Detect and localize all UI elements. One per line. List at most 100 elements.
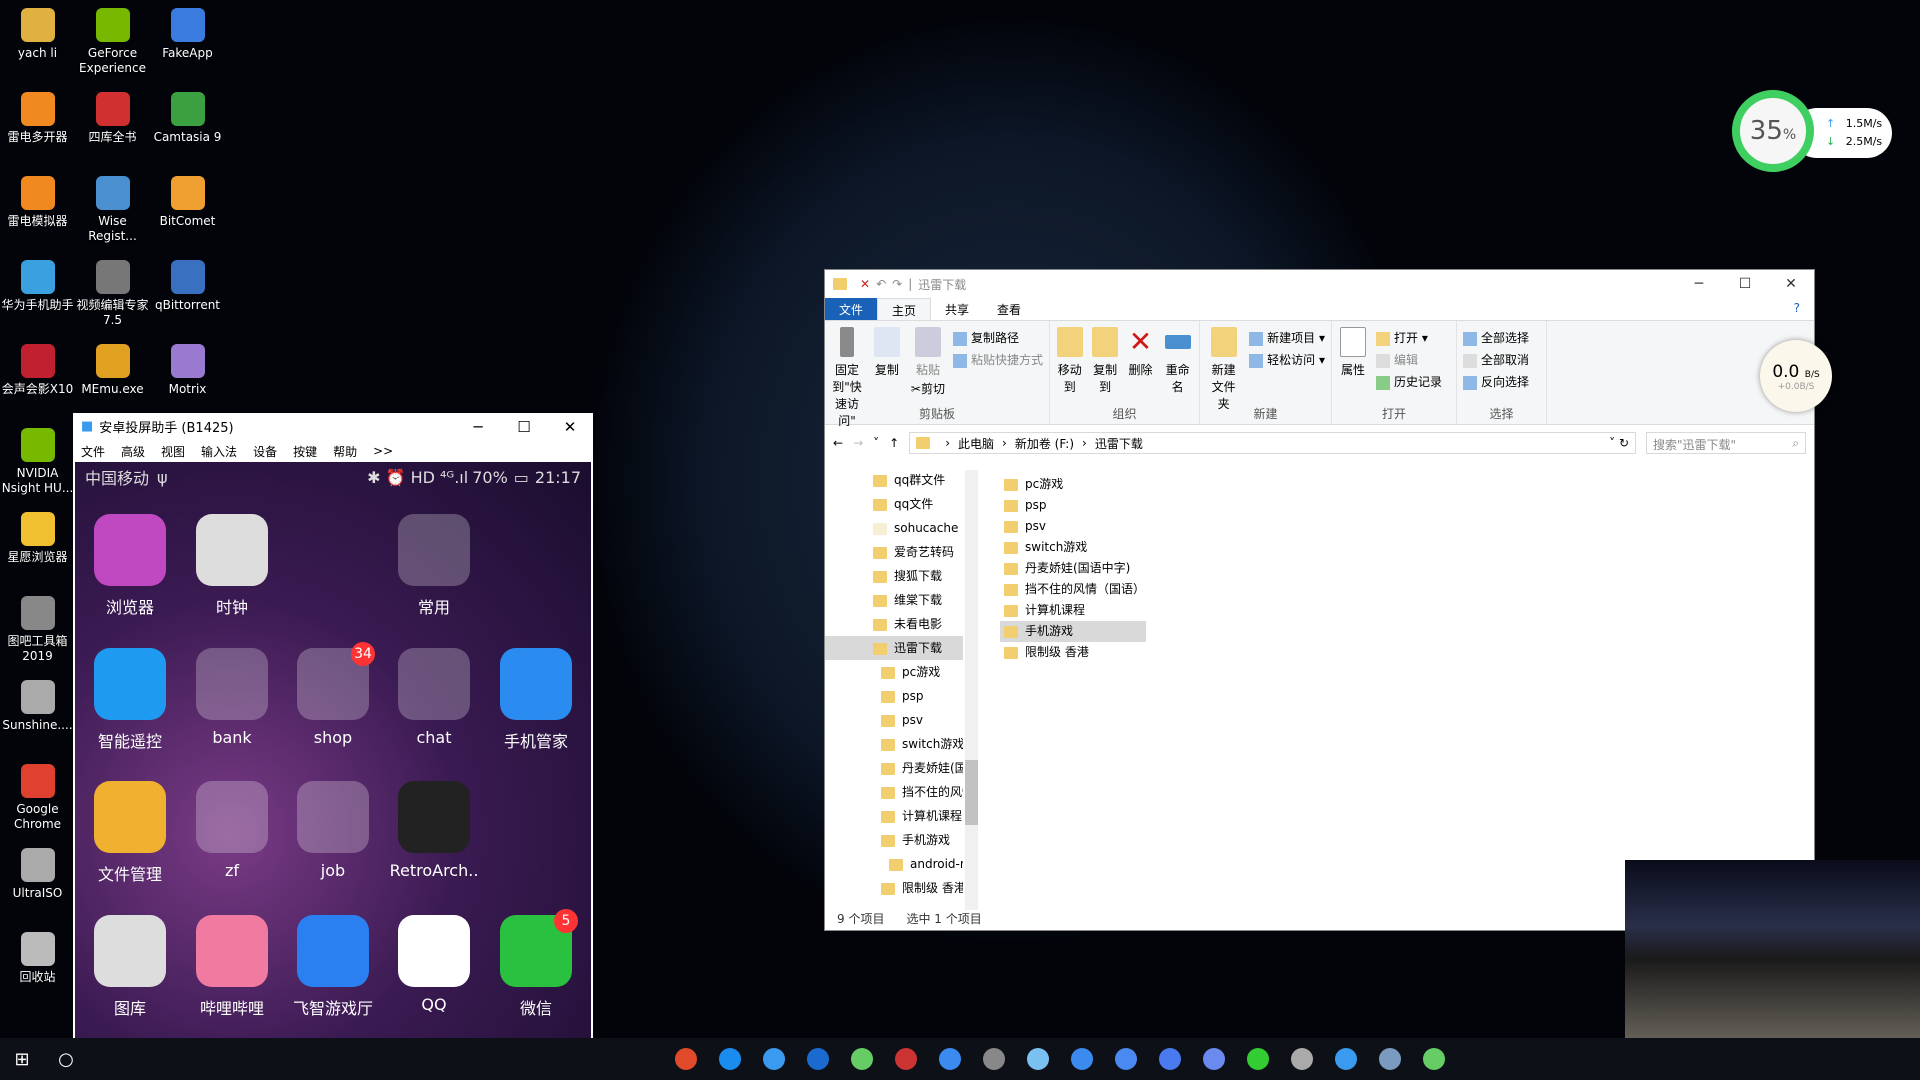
desktop-icon[interactable]: BitComet <box>150 170 225 229</box>
edit-button[interactable]: 编辑 <box>1376 349 1442 371</box>
app-icon[interactable] <box>1152 1043 1188 1075</box>
desktop-icon[interactable]: Camtasia 9 <box>150 86 225 145</box>
desktop-icon[interactable]: 星愿浏览器 <box>0 506 75 565</box>
app-icon[interactable] <box>1284 1043 1320 1075</box>
tree-item[interactable]: 手机游戏 <box>825 828 963 852</box>
tree-item[interactable]: 丹麦娇娃(国 <box>825 756 963 780</box>
app-zf[interactable]: zf <box>182 781 282 880</box>
tree-item[interactable]: 挡不住的风情 <box>825 780 963 804</box>
menu-item[interactable]: 高级 <box>121 443 145 460</box>
desktop-icon[interactable]: Wise Regist... <box>75 170 150 244</box>
menu-item[interactable]: 文件 <box>81 443 105 460</box>
app-手机管家[interactable]: 手机管家 <box>486 648 586 752</box>
desktop-icon[interactable]: qBittorrent <box>150 254 225 313</box>
history-button[interactable]: 历史记录 <box>1376 371 1442 393</box>
app-icon[interactable] <box>1196 1043 1232 1075</box>
app-浏览器[interactable]: 浏览器 <box>80 514 180 618</box>
refresh-icon[interactable]: ˅ ↻ <box>1609 436 1629 450</box>
address-bar[interactable]: › 此电脑 › 新加卷 (F:) › 迅雷下载 ˅ ↻ <box>909 432 1636 454</box>
help-icon[interactable]: ? <box>1780 298 1814 320</box>
maximize-button[interactable]: ☐ <box>501 418 547 436</box>
desktop-icon[interactable]: 视频编辑专家 7.5 <box>75 254 150 328</box>
tree-item[interactable]: qq群文件 <box>825 468 963 492</box>
chrome-icon[interactable] <box>668 1043 704 1075</box>
close-button[interactable]: ✕ <box>1768 276 1814 292</box>
up-button[interactable]: ↑ <box>889 436 899 450</box>
desktop-icon[interactable]: Sunshine.... <box>0 674 75 733</box>
app-icon[interactable] <box>1108 1043 1144 1075</box>
desktop-icon[interactable]: 雷电多开器 <box>0 86 75 145</box>
tab-file[interactable]: 文件 <box>825 298 878 320</box>
wechat-icon[interactable] <box>1240 1043 1276 1075</box>
search-icon[interactable]: ○ <box>48 1043 84 1075</box>
app-icon[interactable] <box>844 1043 880 1075</box>
file-item[interactable]: switch游戏 <box>1000 537 1146 558</box>
app-哔哩哔哩[interactable]: 哔哩哔哩 <box>182 915 282 1019</box>
desktop-icon[interactable]: 回收站 <box>0 926 75 985</box>
tab-share[interactable]: 共享 <box>931 298 983 320</box>
app-icon[interactable] <box>1064 1043 1100 1075</box>
desktop-icon[interactable]: 四库全书 <box>75 86 150 145</box>
desktop-icon[interactable]: 会声会影X10 <box>0 338 75 397</box>
breadcrumb-item[interactable]: 新加卷 (F:) <box>1015 435 1074 452</box>
desktop-icon[interactable]: 华为手机助手 <box>0 254 75 313</box>
desktop-icon[interactable]: Google Chrome <box>0 758 75 832</box>
cut-button[interactable]: ✂剪切 <box>911 378 945 400</box>
app-图库[interactable]: 图库 <box>80 915 180 1019</box>
app-icon[interactable] <box>756 1043 792 1075</box>
phone-screen[interactable]: 中国移动 ψ ✱ ⏰ HD ⁴ᴳ.ıl 70% ▭ 21:17 浏览器 时钟 常用智… <box>75 462 591 1080</box>
app-icon[interactable] <box>888 1043 924 1075</box>
tab-home[interactable]: 主页 <box>877 298 932 320</box>
file-item[interactable]: 手机游戏 <box>1000 621 1146 642</box>
close-button[interactable]: ✕ <box>547 418 593 436</box>
desktop-icon[interactable]: 图吧工具箱 2019 <box>0 590 75 664</box>
back-button[interactable]: ← <box>833 436 843 450</box>
app-qq[interactable]: QQ <box>384 915 484 1014</box>
desktop-icon[interactable]: Motrix <box>150 338 225 397</box>
app-icon[interactable] <box>1372 1043 1408 1075</box>
app-文件管理[interactable]: 文件管理 <box>80 781 180 885</box>
file-item[interactable]: psp <box>1000 495 1146 516</box>
android-icon[interactable] <box>1328 1043 1364 1075</box>
android-mirror-window[interactable]: ■ 安卓投屏助手 (B1425) ─ ☐ ✕ 文件 高级 视图 输入法 设备 按键 帮助 >> 中… <box>73 413 593 1080</box>
app-icon[interactable] <box>800 1043 836 1075</box>
tree-item[interactable]: 限制级 香港 <box>825 876 963 900</box>
menu-item[interactable]: 按键 <box>293 443 317 460</box>
app-job[interactable]: job <box>283 781 383 880</box>
select-all-button[interactable]: 全部选择 <box>1463 327 1529 349</box>
copy-path-button[interactable]: 复制路径 <box>952 327 1043 349</box>
desktop-icon[interactable]: GeForce Experience <box>75 2 150 76</box>
tree-item[interactable]: 未看电影 <box>825 612 963 636</box>
recent-dropdown[interactable]: ˅ <box>873 436 879 450</box>
app-时钟[interactable]: 时钟 <box>182 514 282 618</box>
tree-item[interactable]: switch游戏 <box>825 732 963 756</box>
tree-item[interactable]: 搜狐下载 <box>825 564 963 588</box>
search-input[interactable]: 搜索"迅雷下载" ⌕ <box>1646 432 1806 454</box>
app-chat[interactable]: chat <box>384 648 484 747</box>
file-item[interactable]: 限制级 香港 <box>1000 642 1146 663</box>
desktop-icon[interactable]: 雷电模拟器 <box>0 170 75 229</box>
easy-access-button[interactable]: 轻松访问 ▾ <box>1249 349 1325 371</box>
desktop-icon[interactable]: MEmu.exe <box>75 338 150 397</box>
forward-button[interactable]: → <box>853 436 863 450</box>
minimize-button[interactable]: ─ <box>455 418 501 436</box>
file-item[interactable]: psv <box>1000 516 1146 537</box>
desktop-icon[interactable]: FakeApp <box>150 2 225 61</box>
desktop-icon[interactable]: UltraISO <box>0 842 75 901</box>
start-icon[interactable]: ⊞ <box>4 1043 40 1075</box>
maximize-button[interactable]: ☐ <box>1722 276 1768 292</box>
app-icon[interactable] <box>976 1043 1012 1075</box>
title-bar[interactable]: ■ 安卓投屏助手 (B1425) ─ ☐ ✕ <box>73 413 593 440</box>
tree-scrollbar[interactable] <box>965 470 978 910</box>
tree-item[interactable]: 迅雷下载 <box>825 636 963 660</box>
app-icon[interactable] <box>932 1043 968 1075</box>
desktop-icon[interactable]: NVIDIA Nsight HU... <box>0 422 75 496</box>
breadcrumb-item[interactable]: 此电脑 <box>958 435 994 452</box>
file-item[interactable]: pc游戏 <box>1000 474 1146 495</box>
app-常用[interactable]: 常用 <box>384 514 484 618</box>
file-item[interactable]: 丹麦娇娃(国语中字) <box>1000 558 1146 579</box>
tab-view[interactable]: 查看 <box>983 298 1035 320</box>
paste-shortcut-button[interactable]: 粘贴快捷方式 <box>952 349 1043 371</box>
redo-icon[interactable]: ↷ <box>892 277 902 291</box>
tree-item[interactable]: psp <box>825 684 963 708</box>
